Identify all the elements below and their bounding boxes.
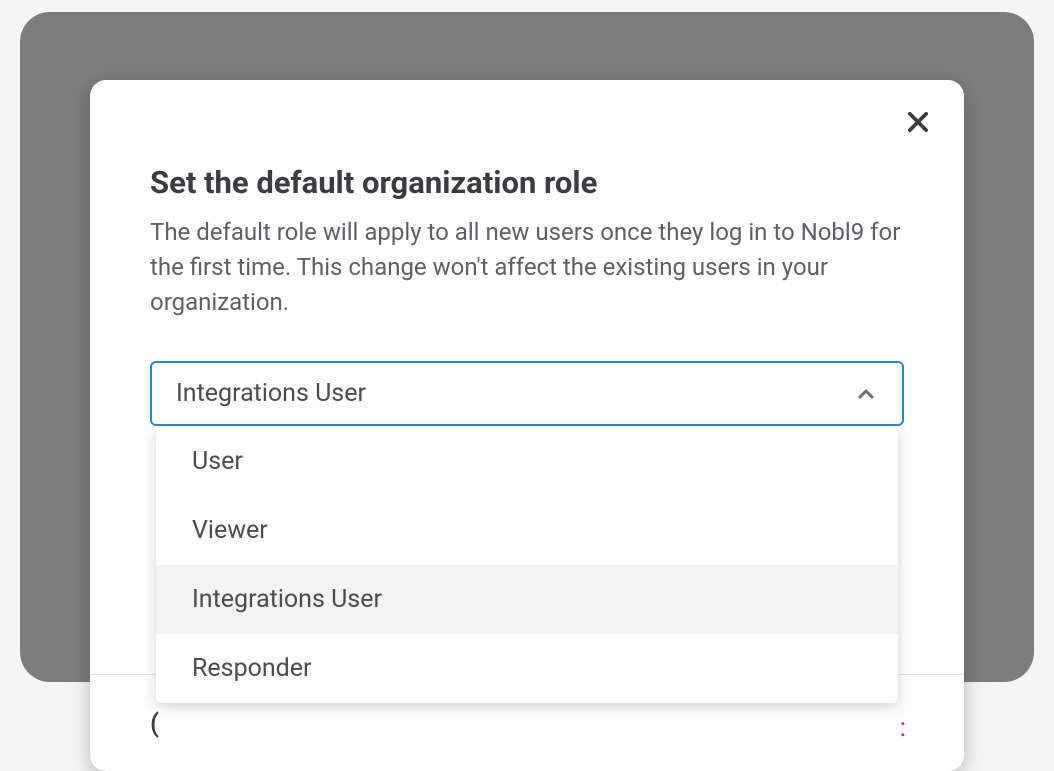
dropdown-option[interactable]: Integrations User [156,565,898,634]
footer-left-text: ( [150,709,159,739]
selected-value: Integrations User [176,379,366,408]
role-select[interactable]: Integrations User User Viewer Integratio… [150,361,904,426]
dropdown-option[interactable]: Responder [156,634,898,703]
dropdown-option[interactable]: Viewer [156,496,898,565]
close-button[interactable] [900,104,936,140]
chevron-up-icon [854,382,878,406]
footer-right-text: : [900,713,908,743]
set-default-role-modal: Set the default organization role The de… [90,80,964,771]
dropdown-option[interactable]: User [156,427,898,496]
role-dropdown: User Viewer Integrations User Responder [156,427,898,703]
close-icon [904,108,932,136]
modal-description: The default role will apply to all new u… [150,215,904,319]
modal-title: Set the default organization role [150,164,904,201]
